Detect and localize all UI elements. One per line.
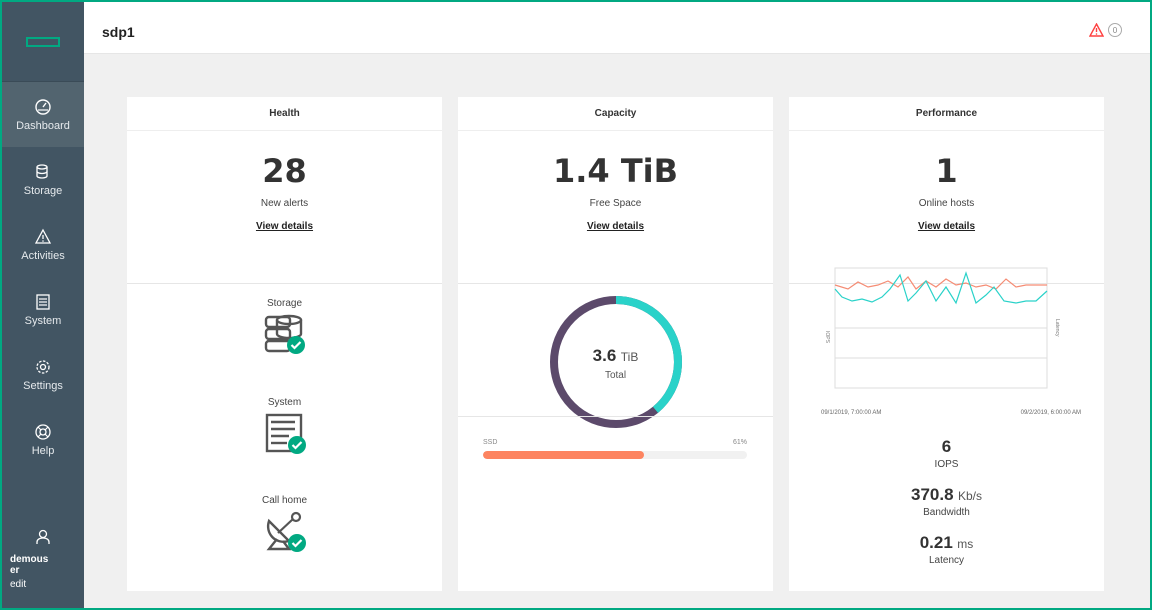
- latency-line: [834, 276, 1047, 290]
- performance-card-title: Performance: [789, 97, 1104, 131]
- sidebar-item-settings[interactable]: Settings: [2, 342, 84, 407]
- performance-view-details-link[interactable]: View details: [918, 221, 975, 232]
- system-icon: [36, 293, 50, 310]
- user-name: demouser: [10, 554, 49, 576]
- status-label: System: [267, 397, 302, 408]
- settings-icon: [36, 359, 50, 374]
- system-status-icon: [263, 413, 307, 455]
- user-icon: [36, 529, 50, 544]
- sidebar: Dashboard Storage Activities System Sett…: [2, 2, 84, 608]
- health-card-title: Health: [127, 97, 442, 131]
- x-axis-start-label: 09/1/2019, 7:00:00 AM: [821, 410, 882, 416]
- help-icon: [35, 423, 51, 440]
- page-title: sdp1: [102, 24, 135, 40]
- user-edit-link[interactable]: edit: [2, 579, 84, 590]
- capacity-card: Capacity 1.4 TiB Free Space View details…: [458, 97, 773, 591]
- bandwidth-value: 370.8: [910, 485, 954, 504]
- sidebar-item-label: System: [24, 314, 62, 327]
- ssd-percent-label: 61%: [732, 439, 747, 446]
- sidebar-item-activities[interactable]: Activities: [2, 212, 84, 277]
- total-capacity-label: Total: [604, 370, 627, 381]
- y-left-axis-label: IOPS: [824, 331, 830, 344]
- storage-icon: [36, 163, 48, 179]
- sidebar-item-dashboard[interactable]: Dashboard: [2, 82, 84, 147]
- sidebar-item-help[interactable]: Help: [2, 407, 84, 472]
- alerts-indicator[interactable]: 0: [1089, 23, 1122, 37]
- app-window: Dashboard Storage Activities System Sett…: [0, 0, 1152, 610]
- online-hosts-label: Online hosts: [918, 198, 975, 209]
- logo-area[interactable]: [2, 2, 84, 82]
- performance-card: Performance 1 Online hosts View details …: [789, 97, 1104, 591]
- storage-status-icon: [263, 314, 307, 356]
- donut-center-text: 3.6 TiB Total: [546, 346, 686, 381]
- ssd-usage-bar: SSD 61%: [483, 439, 747, 459]
- health-card: Health 28 New alerts View details Storag…: [127, 97, 442, 591]
- sidebar-item-label: Settings: [23, 379, 63, 392]
- dashboard-icon: [35, 98, 51, 115]
- system-status[interactable]: System: [127, 397, 442, 455]
- new-alerts-count: 28: [262, 152, 307, 190]
- new-alerts-label: New alerts: [260, 198, 309, 209]
- storage-status[interactable]: Storage: [127, 298, 442, 356]
- status-label: Call home: [261, 495, 308, 506]
- iops-line: [834, 271, 1048, 305]
- capacity-view-details-link[interactable]: View details: [587, 221, 644, 232]
- bandwidth-label: Bandwidth: [923, 507, 970, 518]
- header: sdp1 0: [84, 2, 1150, 54]
- latency-metric: 0.21 ms Latency: [789, 533, 1104, 566]
- latency-unit: ms: [957, 537, 974, 551]
- user-menu[interactable]: demouser edit: [2, 518, 84, 608]
- call-home-status[interactable]: Call home: [127, 495, 442, 553]
- satellite-dish-icon: [263, 511, 307, 553]
- total-capacity-value: 3.6: [592, 346, 617, 365]
- sidebar-item-storage[interactable]: Storage: [2, 147, 84, 212]
- latency-value: 0.21: [919, 533, 953, 552]
- free-space-value: 1.4 TiB: [552, 152, 678, 190]
- capacity-donut-chart: 3.6 TiB Total: [546, 292, 686, 432]
- sidebar-item-system[interactable]: System: [2, 277, 84, 342]
- online-hosts-count: 1: [935, 152, 958, 190]
- health-summary: 28 New alerts View details: [127, 153, 442, 284]
- sidebar-item-label: Activities: [21, 249, 65, 262]
- sidebar-item-label: Storage: [23, 184, 63, 197]
- ssd-label: SSD: [483, 439, 498, 446]
- x-axis-end-label: 09/2/2019, 6:00:00 AM: [1020, 410, 1081, 416]
- bandwidth-metric: 370.8 Kb/s Bandwidth: [789, 485, 1104, 518]
- ssd-progress-track: [483, 451, 747, 459]
- sidebar-item-label: Help: [31, 444, 55, 457]
- free-space-label: Free Space: [589, 198, 642, 209]
- capacity-card-title: Capacity: [458, 97, 773, 131]
- alert-count-badge: 0: [1108, 23, 1122, 37]
- chart-x-axis: 09/1/2019, 7:00:00 AM 09/2/2019, 6:00:00…: [821, 410, 1081, 416]
- health-view-details-link[interactable]: View details: [256, 221, 313, 232]
- alert-icon: [1089, 23, 1104, 37]
- y-right-axis-label: Latency: [1054, 319, 1060, 337]
- status-label: Storage: [266, 298, 303, 309]
- ssd-progress-fill: [483, 451, 645, 459]
- hpe-logo: [26, 36, 60, 47]
- iops-value: 6: [941, 437, 952, 456]
- iops-metric: 6 IOPS: [789, 437, 1104, 470]
- performance-summary: 1 Online hosts View details: [789, 153, 1104, 284]
- latency-label: Latency: [928, 555, 965, 566]
- activities-icon: [34, 228, 52, 244]
- total-capacity-unit: TiB: [620, 350, 639, 364]
- bandwidth-unit: Kb/s: [957, 489, 982, 503]
- iops-label: IOPS: [934, 459, 959, 470]
- performance-chart: IOPS Latency: [816, 267, 1078, 392]
- capacity-summary: 1.4 TiB Free Space View details: [458, 153, 773, 284]
- sidebar-item-label: Dashboard: [16, 119, 70, 132]
- divider: [458, 416, 773, 417]
